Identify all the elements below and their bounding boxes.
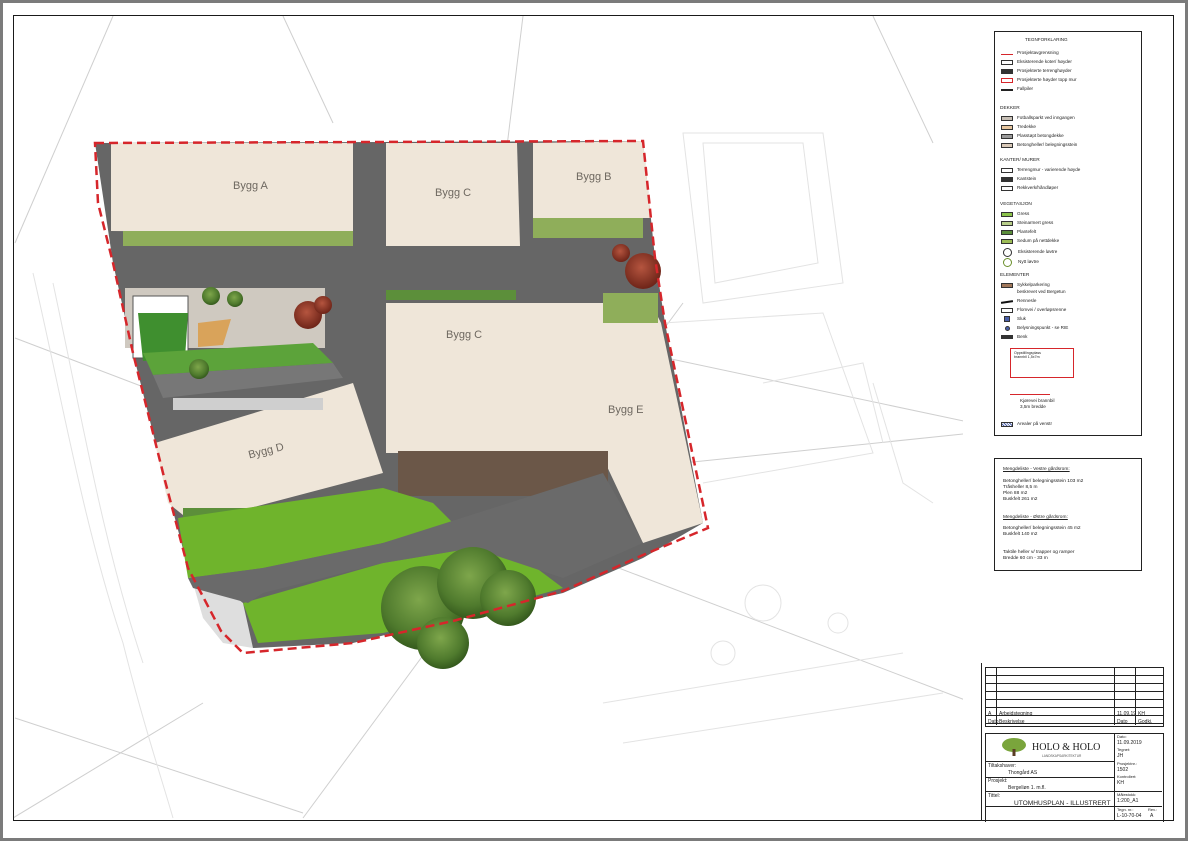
legend-item: Tredekke (1001, 123, 1036, 131)
curb-swatch (1001, 176, 1013, 182)
title-block: A Arbeidstegning 11.09.19 KH Dato Beskri… (981, 663, 1164, 822)
building-e-label: Bygg E (608, 404, 643, 416)
legend-heading: DEKKER (1000, 106, 1020, 111)
drawing-sheet: Bygg A Bygg C Bygg B Bygg C Bygg E Bygg … (3, 3, 1185, 838)
legend-item: Sedum på nettdekke (1001, 237, 1059, 245)
building-a (111, 143, 353, 233)
fire-area-box: Oppstillingsplass brannbil 1,5x7m (1010, 348, 1074, 378)
new-tree-icon (1003, 257, 1012, 267)
concrete-swatch (1001, 133, 1013, 139)
legend-item: Belysningspunkt - se RIE (1001, 324, 1068, 332)
legend-item: Fotballsparkt ved inngangen (1001, 114, 1075, 122)
drain-icon (1004, 316, 1010, 322)
legend-item: Nytt løvtre (1001, 257, 1039, 267)
bike-parking-icon (1001, 282, 1013, 288)
boundary-line-icon (1001, 53, 1013, 55)
company-name: HOLO & HOLO (1032, 742, 1101, 753)
legend-item: Betongheller/ belegningsstein (1001, 141, 1077, 149)
terrain-height-icon (1001, 68, 1013, 74)
legend-item: Terrengmur - varierende høyde (1001, 166, 1080, 174)
arrow-icon (1001, 89, 1013, 91)
elevation-box-icon (1001, 59, 1013, 65)
plant-bed-swatch (1001, 229, 1013, 235)
legend-item: Prosjektavgrensning (1001, 49, 1059, 57)
legend-item: Arealer på venstr (1001, 420, 1052, 428)
fire-road-line (1010, 394, 1050, 395)
legend-item: beskrevet ved Bergetun (1017, 288, 1066, 294)
legend-item: Rekkverk/håndløper (1001, 184, 1058, 192)
legend-item: Sluk (1001, 315, 1026, 323)
wall-height-icon (1001, 77, 1013, 83)
drawing-title: UTOMHUSPLAN - ILLUSTRERT (1014, 800, 1111, 807)
legend-item: Rennesle (1000, 297, 1036, 305)
reinforced-grass-swatch (1001, 220, 1013, 226)
legend-item: Gress (1001, 210, 1029, 218)
wall-swatch (1001, 167, 1013, 173)
legend-heading: ELEMENTER (1000, 273, 1030, 278)
quantities-panel: Mengdeliste - Vestre gårdsrom: Betonghel… (994, 458, 1142, 571)
legend-item: Flomvei / overløpsrenne (1001, 306, 1066, 314)
revision-table (985, 667, 1164, 727)
building-c-north-label: Bygg C (435, 187, 471, 199)
existing-tree-icon (1003, 247, 1012, 257)
legend-title: TEGNFORKLARING (1025, 37, 1068, 42)
wood-swatch (1001, 124, 1013, 130)
legend-item: Benk (1001, 333, 1027, 341)
hatch-swatch (1001, 421, 1013, 427)
legend-item: Kantstein (1001, 175, 1036, 183)
legend-heading: VEGETASJON (1000, 202, 1032, 207)
sedum-swatch (1001, 238, 1013, 244)
bench-icon (1001, 335, 1013, 339)
slab-swatch (1001, 142, 1013, 148)
legend-item: Prosjekterte terrenghøyder (1001, 67, 1072, 75)
legend-item: Eksisterende koter/ høyder (1001, 58, 1072, 66)
light-point-icon (1005, 325, 1010, 331)
legend-item: Steinarmert gress (1001, 219, 1053, 227)
grass-swatch (1001, 211, 1013, 217)
legend-item: Fallpiler (1001, 85, 1033, 93)
site-plan: Bygg A Bygg C Bygg B Bygg C Bygg E Bygg … (14, 16, 963, 819)
company-logo-icon (1002, 738, 1026, 756)
building-c-label: Bygg C (446, 329, 482, 341)
legend-heading: KANTER/ MURER (1000, 158, 1040, 163)
building-b-label: Bygg B (576, 171, 611, 183)
legend-panel: TEGNFORKLARING Prosjektavgrensning Eksis… (994, 31, 1142, 436)
building-a-label: Bygg A (233, 180, 269, 192)
railing-swatch (1001, 185, 1013, 191)
paving-swatch (1001, 115, 1013, 121)
gutter-icon (1000, 300, 1014, 304)
legend-item: Prosjekterte høyder topp mur (1001, 76, 1077, 84)
overflow-channel-icon (1001, 307, 1013, 313)
company-subtitle: LANDSKAPSARKITEKTUR (1042, 754, 1082, 758)
legend-item: Eksisterende løvtre (1001, 247, 1057, 257)
legend-item: Plantefelt (1001, 228, 1036, 236)
legend-item: Plasstøpt betongdekke (1001, 132, 1064, 140)
